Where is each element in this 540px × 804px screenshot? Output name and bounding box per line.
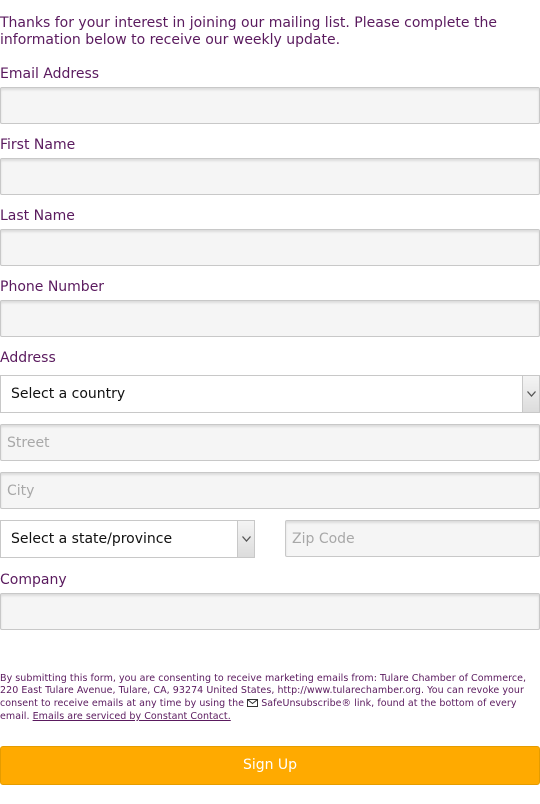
zip-field[interactable] [285,520,540,557]
envelope-icon [247,698,259,711]
phone-label: Phone Number [0,279,105,295]
first-name-field[interactable] [0,158,540,195]
sign-up-button[interactable]: Sign Up [0,746,540,785]
phone-field[interactable] [0,300,540,337]
consent-text: By submitting this form, you are consent… [0,673,536,723]
company-label: Company [0,572,67,588]
chevron-down-icon[interactable] [522,376,539,412]
email-label: Email Address [0,66,100,82]
last-name-field[interactable] [0,229,540,266]
address-label: Address [0,350,56,366]
country-select-value: Select a country [11,386,126,402]
chevron-down-icon[interactable] [237,521,254,557]
state-select-value: Select a state/province [11,531,173,547]
state-select[interactable]: Select a state/province [0,520,255,558]
street-field[interactable] [0,424,540,461]
company-field[interactable] [0,593,540,630]
country-select[interactable]: Select a country [0,375,540,413]
city-field[interactable] [0,472,540,509]
first-name-label: First Name [0,137,76,153]
constant-contact-link[interactable]: Emails are serviced by Constant Contact. [33,711,231,722]
last-name-label: Last Name [0,208,75,224]
email-field[interactable] [0,87,540,124]
intro-text: Thanks for your interest in joining our … [0,15,497,48]
